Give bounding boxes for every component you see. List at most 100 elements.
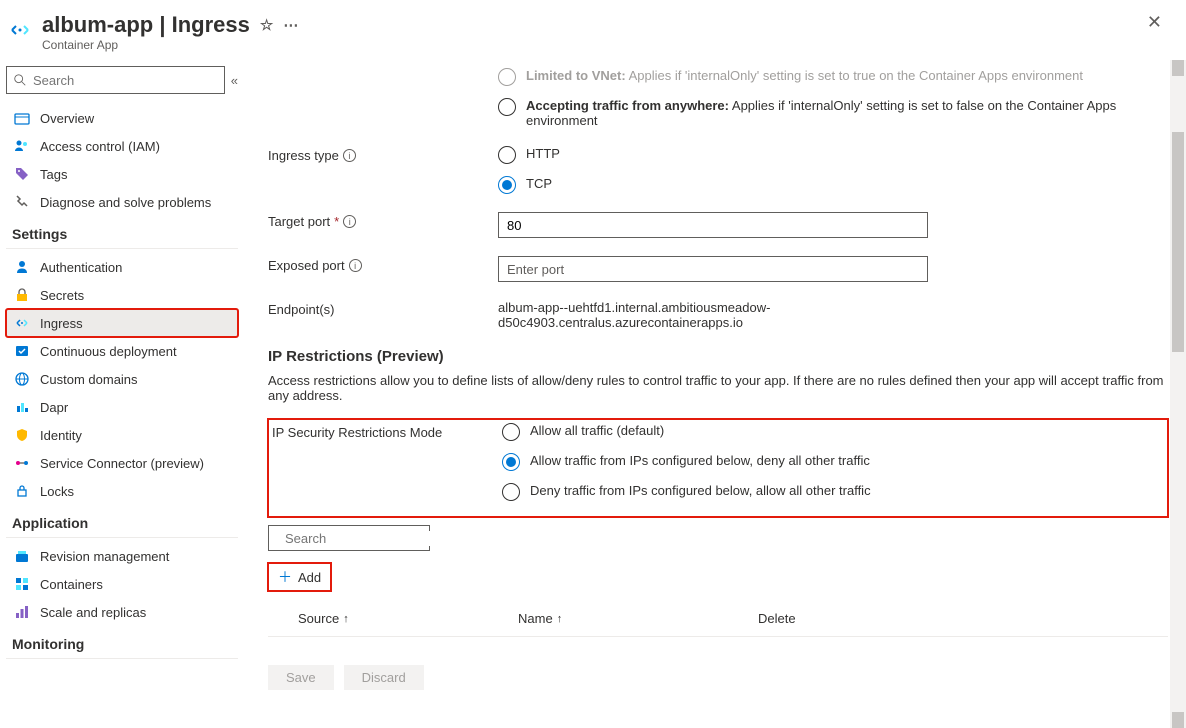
ip-restrictions-title: IP Restrictions (Preview) <box>268 348 1168 365</box>
discard-button[interactable]: Discard <box>344 665 424 690</box>
sidebar: « Overview Access control (IAM) Tags Diagno… <box>0 60 248 728</box>
radio-input[interactable] <box>498 98 516 116</box>
radio-label: TCP <box>526 176 552 191</box>
ip-restrictions-desc: Access restrictions allow you to define … <box>268 373 1168 403</box>
sidebar-item-label: Service Connector (preview) <box>40 456 204 471</box>
monitoring-section-title: Monitoring <box>6 626 238 659</box>
sidebar-item-label: Secrets <box>40 288 84 303</box>
sidebar-item-secrets[interactable]: Secrets <box>6 281 238 309</box>
main-content: Limited to VNet: Applies if 'internalOnl… <box>248 60 1186 728</box>
scale-icon <box>14 604 30 620</box>
sidebar-item-label: Identity <box>40 428 82 443</box>
sidebar-item-tags[interactable]: Tags <box>6 160 238 188</box>
sc-icon <box>14 455 30 471</box>
ip-mode-label: IP Security Restrictions Mode <box>272 423 502 440</box>
sidebar-item-overview[interactable]: Overview <box>6 104 238 132</box>
sidebar-item-label: Access control (IAM) <box>40 139 160 154</box>
radio-label-bold: Accepting traffic from anywhere: <box>526 98 729 113</box>
diagnose-icon <box>14 194 30 210</box>
dapr-icon <box>14 399 30 415</box>
radio-deny-below[interactable]: Deny traffic from IPs configured below, … <box>502 483 1142 501</box>
sidebar-item-locks[interactable]: Locks <box>6 477 238 505</box>
sidebar-item-label: Containers <box>40 577 103 592</box>
auth-icon <box>14 259 30 275</box>
sidebar-item-label: Dapr <box>40 400 68 415</box>
close-icon[interactable]: ✕ <box>1143 12 1166 33</box>
sidebar-item-label: Continuous deployment <box>40 344 177 359</box>
endpoints-value: album-app--uehtfd1.internal.ambitiousmea… <box>498 300 918 330</box>
radio-input[interactable] <box>498 176 516 194</box>
scrollbar-track[interactable] <box>1170 60 1186 728</box>
exposed-port-input[interactable] <box>498 256 928 282</box>
radio-allow-below[interactable]: Allow traffic from IPs configured below,… <box>502 453 1142 471</box>
sidebar-item-service-connector-preview-[interactable]: Service Connector (preview) <box>6 449 238 477</box>
settings-section-title: Settings <box>6 216 238 249</box>
radio-input <box>498 68 516 86</box>
info-icon[interactable]: i <box>343 149 356 162</box>
radio-label-desc: Applies if 'internalOnly' setting is set… <box>626 68 1083 83</box>
sidebar-item-label: Locks <box>40 484 74 499</box>
sidebar-item-identity[interactable]: Identity <box>6 421 238 449</box>
resource-icon <box>6 16 34 44</box>
info-icon[interactable]: i <box>349 259 362 272</box>
sidebar-item-label: Authentication <box>40 260 122 275</box>
scrollbar-up-icon[interactable] <box>1172 60 1184 76</box>
col-delete: Delete <box>758 611 1138 626</box>
ingress-icon <box>14 315 30 331</box>
radio-input[interactable] <box>502 453 520 471</box>
sidebar-item-authentication[interactable]: Authentication <box>6 253 238 281</box>
radio-anywhere[interactable]: Accepting traffic from anywhere: Applies… <box>498 98 1138 128</box>
tags-icon <box>14 166 30 182</box>
add-button-label: Add <box>298 570 321 585</box>
radio-input[interactable] <box>502 423 520 441</box>
radio-label-bold: Limited to VNet: <box>526 68 626 83</box>
scrollbar-down-icon[interactable] <box>1172 712 1184 728</box>
ip-search[interactable] <box>268 525 430 551</box>
radio-label: Allow all traffic (default) <box>530 423 664 438</box>
revision-icon <box>14 548 30 564</box>
target-port-input[interactable] <box>498 212 928 238</box>
info-icon[interactable]: i <box>343 215 356 228</box>
sidebar-item-scale-and-replicas[interactable]: Scale and replicas <box>6 598 238 626</box>
radio-tcp[interactable]: TCP <box>498 176 1138 194</box>
scrollbar-thumb[interactable] <box>1172 132 1184 352</box>
favorite-star-icon[interactable]: ☆ <box>260 16 273 34</box>
radio-input[interactable] <box>498 146 516 164</box>
sidebar-item-continuous-deployment[interactable]: Continuous deployment <box>6 337 238 365</box>
search-icon <box>13 73 27 87</box>
radio-label: Allow traffic from IPs configured below,… <box>530 453 870 468</box>
sidebar-search[interactable] <box>6 66 225 94</box>
sidebar-item-label: Diagnose and solve problems <box>40 195 211 210</box>
more-icon[interactable]: ⋯ <box>283 16 298 34</box>
sidebar-item-containers[interactable]: Containers <box>6 570 238 598</box>
identity-icon <box>14 427 30 443</box>
overview-icon <box>14 110 30 126</box>
col-name[interactable]: Name↑ <box>518 611 758 626</box>
sidebar-item-label: Ingress <box>40 316 83 331</box>
radio-http[interactable]: HTTP <box>498 146 1138 164</box>
radio-label: Deny traffic from IPs configured below, … <box>530 483 871 498</box>
sidebar-item-custom-domains[interactable]: Custom domains <box>6 365 238 393</box>
sidebar-item-diagnose-and-solve-problems[interactable]: Diagnose and solve problems <box>6 188 238 216</box>
sidebar-item-access-control-iam-[interactable]: Access control (IAM) <box>6 132 238 160</box>
collapse-sidebar-icon[interactable]: « <box>231 73 238 88</box>
radio-allow-all[interactable]: Allow all traffic (default) <box>502 423 1142 441</box>
radio-input[interactable] <box>502 483 520 501</box>
cd-icon <box>14 343 30 359</box>
endpoints-label: Endpoint(s) <box>268 300 498 317</box>
sidebar-item-label: Custom domains <box>40 372 138 387</box>
save-button[interactable]: Save <box>268 665 334 690</box>
ip-table-header: Source↑ Name↑ Delete <box>268 597 1168 637</box>
page-subtitle: Container App <box>42 38 1143 52</box>
sort-up-icon: ↑ <box>557 613 563 625</box>
col-source[interactable]: Source↑ <box>298 611 518 626</box>
sidebar-item-revision-management[interactable]: Revision management <box>6 542 238 570</box>
sidebar-item-ingress[interactable]: Ingress <box>6 309 238 337</box>
add-button[interactable]: ＋ Add <box>268 563 331 591</box>
page-header: album-app | Ingress ☆ ⋯ Container App ✕ <box>0 0 1186 60</box>
domains-icon <box>14 371 30 387</box>
sidebar-search-input[interactable] <box>33 73 218 88</box>
sidebar-item-dapr[interactable]: Dapr <box>6 393 238 421</box>
ip-search-input[interactable] <box>285 531 461 546</box>
sidebar-item-label: Scale and replicas <box>40 605 146 620</box>
